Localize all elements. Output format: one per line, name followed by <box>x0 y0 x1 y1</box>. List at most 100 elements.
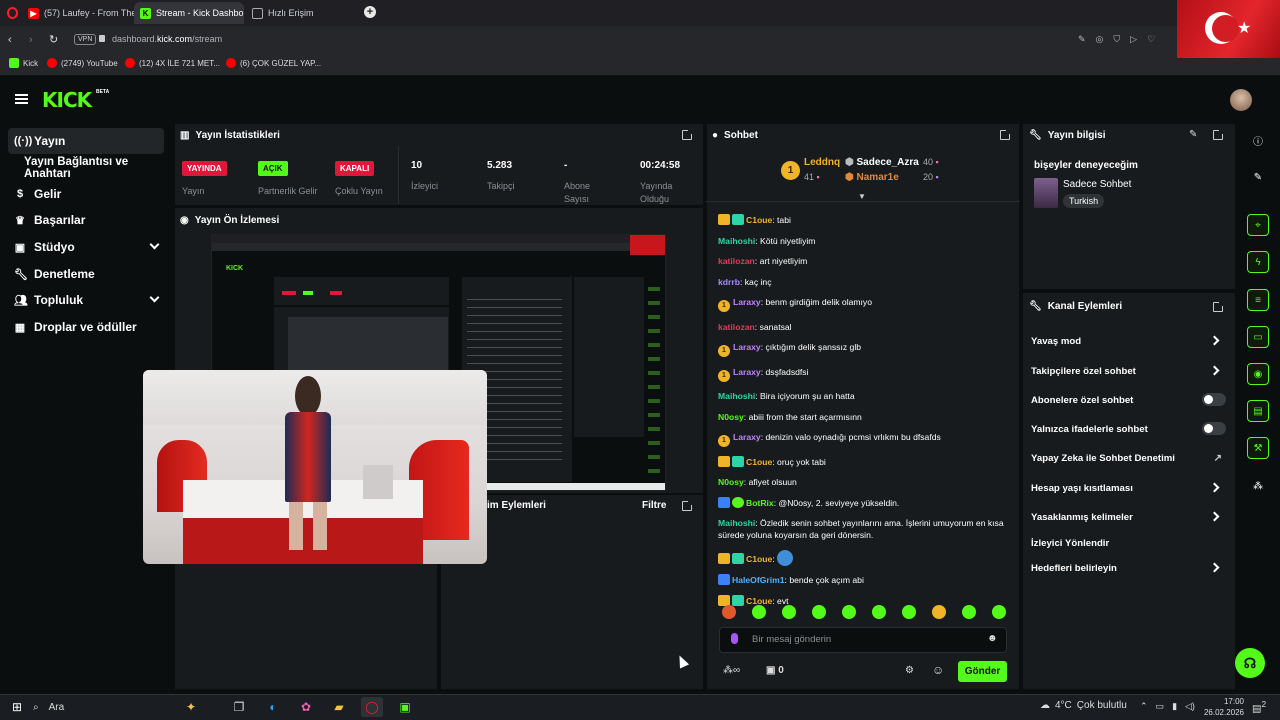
category-name[interactable]: Sadece Sohbet <box>1063 179 1131 190</box>
shield-icon[interactable]: ⛉ <box>1113 34 1120 45</box>
kick-logo[interactable]: KICK <box>42 88 92 112</box>
tab-laufey[interactable]: ▶ (57) Laufey - From The <box>22 2 134 24</box>
channel-action-item[interactable]: İzleyici Yönlendir <box>1031 538 1226 552</box>
bookmark-kick[interactable]: Kick <box>9 58 38 68</box>
task-view-icon[interactable]: ❐ <box>228 697 250 717</box>
chat-username[interactable]: Maihoshi <box>718 391 755 401</box>
chat-username[interactable]: N0osy <box>718 412 744 422</box>
kick-app-icon[interactable]: ▣ <box>394 697 416 717</box>
new-tab-button[interactable]: + <box>364 6 376 18</box>
bot-icon[interactable]: ☺ <box>932 663 944 677</box>
network-icon[interactable]: ▭ <box>1156 701 1165 712</box>
chat-username[interactable]: C1oue <box>746 554 772 564</box>
emote-icon[interactable] <box>992 605 1006 619</box>
chat-username[interactable]: katilozan <box>718 256 755 266</box>
chat-username[interactable]: C1oue <box>746 215 772 225</box>
microphone-icon[interactable] <box>731 633 738 644</box>
popout-icon[interactable] <box>682 129 693 140</box>
chat-username[interactable]: Laraxy <box>733 297 761 307</box>
points-counter[interactable]: ▣ 0 <box>766 665 784 676</box>
reload-icon[interactable]: ↻ <box>49 33 58 46</box>
edge-icon[interactable]: ◐ <box>262 697 284 717</box>
list-icon[interactable]: ≡ <box>1247 289 1269 311</box>
emote-icon[interactable] <box>932 605 946 619</box>
more-icon[interactable]: ⁂ <box>1247 475 1269 497</box>
sidebar-item-basarilar[interactable]: ♛ Başarılar <box>8 207 164 233</box>
layers-icon[interactable]: ▤ <box>1247 400 1269 422</box>
vpn-badge[interactable]: VPN <box>74 34 97 45</box>
sidebar-item-droplar[interactable]: ▦ Droplar ve ödüller <box>8 314 164 340</box>
avatar[interactable] <box>1230 89 1252 111</box>
opera-icon[interactable]: ◯ <box>361 697 383 717</box>
popout-icon[interactable] <box>1213 129 1224 140</box>
chat-username[interactable]: C1oue <box>746 457 772 467</box>
channel-action-item[interactable]: Hesap yaşı kısıtlaması <box>1031 482 1226 497</box>
camera-icon[interactable]: ◎ <box>1096 34 1104 45</box>
info-icon[interactable]: ⓘ <box>1247 129 1269 151</box>
send-button[interactable]: Gönder <box>958 661 1007 682</box>
taskbar-clock[interactable]: 17:00 26.02.2026 <box>1200 696 1244 718</box>
sidebar-item-yayin[interactable]: ((·)) Yayın <box>8 128 164 154</box>
edit-icon[interactable]: ✎ <box>1078 34 1086 45</box>
filter-button[interactable]: Filtre <box>642 500 666 511</box>
chat-username[interactable]: Maihoshi <box>718 236 755 246</box>
chat-username[interactable]: N0osy <box>718 477 744 487</box>
leader-row[interactable]: ⬢ Namar1e <box>845 172 899 183</box>
bookmark-youtube-3[interactable]: (6) ÇOK GÜZEL YAP... <box>226 58 321 68</box>
emoji-icon[interactable]: ☻ <box>987 633 998 644</box>
emote-icon[interactable] <box>842 605 856 619</box>
play-icon[interactable]: ▷ <box>1130 34 1137 45</box>
volume-icon[interactable]: ◁) <box>1185 701 1195 712</box>
channel-action-item[interactable]: Abonelere özel sohbet <box>1031 393 1226 409</box>
emote-icon[interactable] <box>872 605 886 619</box>
popout-icon[interactable] <box>1213 301 1224 312</box>
forward-icon[interactable]: › <box>29 34 33 46</box>
tab-kick-dashboard[interactable]: K Stream - Kick Dashbo <box>134 2 244 24</box>
mic-icon[interactable]: ▮ <box>1172 701 1177 712</box>
emote-icon[interactable] <box>782 605 796 619</box>
sidebar-item-gelir[interactable]: $ Gelir <box>8 181 164 207</box>
sidebar-item-topluluk[interactable]: 👥︎ Topluluk <box>8 287 164 313</box>
channel-action-item[interactable]: Yasaklanmış kelimeler <box>1031 511 1226 526</box>
edit-icon[interactable]: ✎ <box>1189 129 1197 140</box>
bookmark-youtube-2[interactable]: (12) 4X İLE 721 MET... <box>125 58 220 68</box>
heart-icon[interactable]: ♡ <box>1147 34 1155 45</box>
wrench-icon[interactable]: ⚒ <box>1247 437 1269 459</box>
chat-username[interactable]: HaleOfGrim1 <box>732 575 785 585</box>
chat-username[interactable]: Maihoshi <box>718 518 755 528</box>
sidebar-item-stream-key[interactable]: Yayın Bağlantısı ve Anahtarı <box>18 155 170 181</box>
users-infinity-icon[interactable]: ⁂∞ <box>723 665 740 676</box>
sidebar-item-denetleme[interactable]: 🔧︎ Denetleme <box>8 261 164 287</box>
support-headset-icon[interactable]: ☊ <box>1235 648 1265 678</box>
emote-icon[interactable] <box>902 605 916 619</box>
chat-username[interactable]: Laraxy <box>733 367 761 377</box>
chat-username[interactable]: katilozan <box>718 322 755 332</box>
popout-icon[interactable] <box>682 500 693 511</box>
chat-username[interactable]: Laraxy <box>733 342 761 352</box>
folder-icon[interactable]: ▰ <box>328 697 350 717</box>
tab-quick-access[interactable]: Hızlı Erişim <box>246 2 346 24</box>
channel-action-item[interactable]: Yapay Zeka ile Sohbet Denetimi ↗ <box>1031 453 1226 467</box>
webcam-overlay[interactable] <box>143 370 487 564</box>
channel-action-item[interactable]: Yalnızca ifadelerle sohbet <box>1031 422 1226 438</box>
chat-username[interactable]: BotRix <box>746 498 774 508</box>
weather-widget[interactable]: ☁ 4°C Çok bulutlu <box>1040 700 1127 711</box>
back-icon[interactable]: ‹ <box>8 34 12 46</box>
chat-bubble-icon[interactable]: ▭ <box>1247 326 1269 348</box>
settings-gear-icon[interactable]: ⚙ <box>905 665 914 676</box>
leader-row[interactable]: ⬢ Sadece_Azra <box>845 157 919 168</box>
toggle-switch[interactable] <box>1202 393 1226 406</box>
url-field[interactable]: dashboard.kick.com/stream <box>112 34 222 44</box>
emote-icon[interactable] <box>722 605 736 619</box>
popout-icon[interactable] <box>1000 129 1011 140</box>
channel-action-item[interactable]: Hedefleri belirleyin <box>1031 562 1226 577</box>
windows-start-icon[interactable]: ⊞ <box>6 697 28 717</box>
opera-logo-icon[interactable] <box>7 7 18 19</box>
menu-icon[interactable] <box>15 94 28 104</box>
notification-icon[interactable]: ▤2 <box>1252 699 1266 714</box>
chat-username[interactable]: C1oue <box>746 596 772 606</box>
channel-action-item[interactable]: Takipçilere özel sohbet <box>1031 365 1226 380</box>
toggle-switch[interactable] <box>1202 422 1226 435</box>
chat-username[interactable]: kdrrb <box>718 277 740 287</box>
emote-icon[interactable] <box>962 605 976 619</box>
